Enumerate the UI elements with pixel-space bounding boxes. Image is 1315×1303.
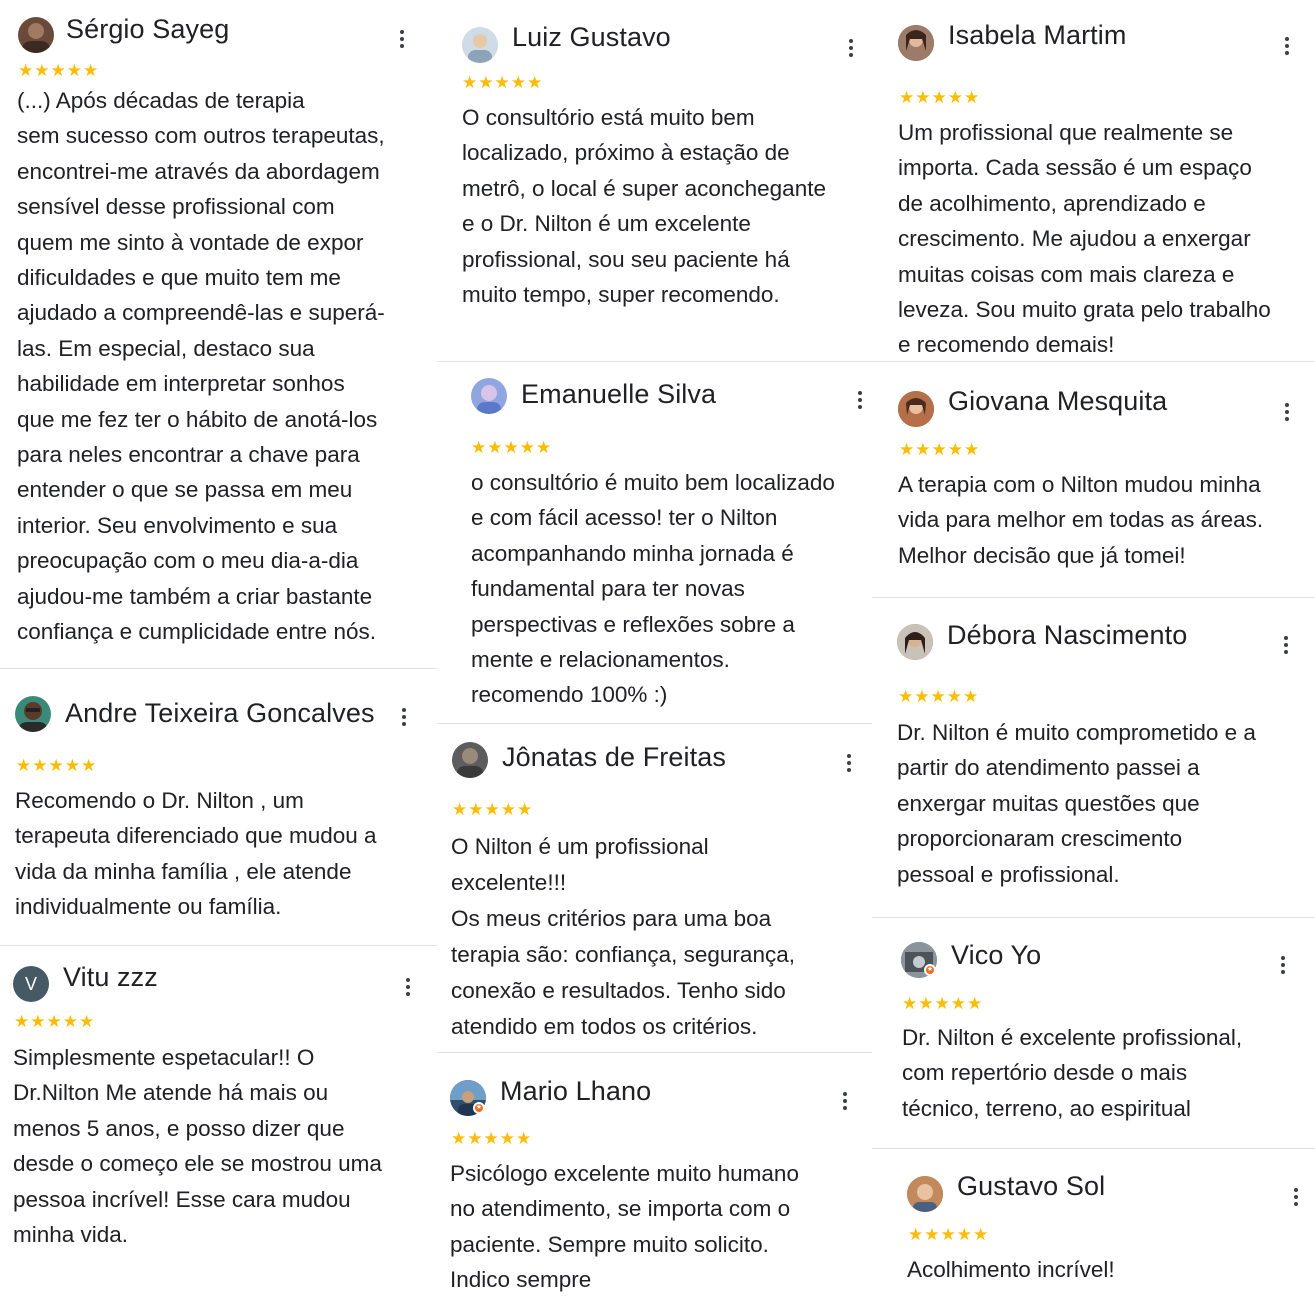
user-photo-icon bbox=[457, 748, 483, 778]
review-card-vico: ★ Vico Yo ★★★★★ Dr. Nilton é excelente p… bbox=[872, 918, 1315, 1149]
review-card-gustavo: Gustavo Sol ★★★★★ Acolhimento incrível! bbox=[872, 1149, 1315, 1303]
user-photo-icon bbox=[898, 25, 934, 61]
avatar-vitu[interactable]: V bbox=[13, 966, 49, 1002]
reviewer-name[interactable]: Emanuelle Silva bbox=[521, 379, 716, 410]
reviewer-name[interactable]: Jônatas de Freitas bbox=[502, 742, 726, 773]
review-text: O Nilton é um profissional excelente!!! … bbox=[451, 834, 795, 1039]
review-text: Psicólogo excelente muito humano no aten… bbox=[450, 1161, 799, 1293]
star-rating: ★★★★★ bbox=[451, 1129, 533, 1148]
review-card-vitu: V Vitu zzz ★★★★★ Simplesmente espetacula… bbox=[0, 946, 437, 1303]
avatar-luiz[interactable] bbox=[462, 27, 498, 63]
review-card-andre: Andre Teixeira Goncalves ★★★★★ Recomendo… bbox=[0, 669, 437, 946]
more-vert-icon[interactable] bbox=[845, 754, 853, 772]
reviewer-name[interactable]: Andre Teixeira Goncalves bbox=[65, 698, 375, 729]
user-photo-icon bbox=[907, 1176, 943, 1212]
reviewer-name[interactable]: Gustavo Sol bbox=[957, 1171, 1105, 1202]
review-text: Dr. Nilton é excelente profissional, com… bbox=[902, 1025, 1243, 1121]
more-vert-icon[interactable] bbox=[1279, 956, 1287, 974]
user-photo-icon bbox=[898, 391, 934, 427]
local-guide-badge-icon: ★ bbox=[473, 1102, 485, 1114]
star-rating: ★★★★★ bbox=[471, 438, 553, 457]
review-text: Acolhimento incrível! bbox=[907, 1257, 1115, 1282]
avatar-jonatas[interactable] bbox=[452, 742, 488, 778]
avatar-sergio[interactable] bbox=[18, 17, 54, 53]
more-vert-icon[interactable] bbox=[1292, 1188, 1300, 1206]
review-card-jonatas: Jônatas de Freitas ★★★★★ O Nilton é um p… bbox=[437, 724, 872, 1053]
star-rating: ★★★★★ bbox=[898, 687, 980, 706]
star-rating: ★★★★★ bbox=[18, 61, 100, 80]
user-photo-icon bbox=[468, 34, 492, 63]
review-text: Recomendo o Dr. Nilton , um terapeuta di… bbox=[15, 788, 377, 920]
star-rating: ★★★★★ bbox=[908, 1225, 990, 1244]
reviewer-name[interactable]: Isabela Martim bbox=[948, 20, 1126, 51]
avatar-letter: V bbox=[24, 973, 37, 994]
more-vert-icon[interactable] bbox=[841, 1092, 849, 1110]
more-vert-icon[interactable] bbox=[1282, 636, 1290, 654]
reviewer-name[interactable]: Mario Lhano bbox=[500, 1076, 651, 1107]
review-text: O consultório está muito bem localizado,… bbox=[462, 105, 826, 308]
review-text: (...) Após décadas de terapia sem sucess… bbox=[17, 88, 385, 645]
avatar-debora[interactable] bbox=[897, 624, 933, 660]
reviewer-name[interactable]: Sérgio Sayeg bbox=[66, 14, 229, 45]
avatar-isabela[interactable] bbox=[898, 25, 934, 61]
more-vert-icon[interactable] bbox=[400, 708, 408, 726]
more-vert-icon[interactable] bbox=[1283, 403, 1291, 421]
star-rating: ★★★★★ bbox=[462, 73, 544, 92]
local-guide-badge-icon: ★ bbox=[924, 964, 936, 976]
review-card-isabela: Isabela Martim ★★★★★ Um profissional que… bbox=[872, 0, 1315, 362]
star-rating: ★★★★★ bbox=[899, 88, 981, 107]
more-vert-icon[interactable] bbox=[1283, 37, 1291, 55]
reviewer-name[interactable]: Débora Nascimento bbox=[947, 620, 1187, 651]
reviewer-name[interactable]: Vitu zzz bbox=[63, 962, 158, 993]
review-card-emanuelle: Emanuelle Silva ★★★★★ o consultório é mu… bbox=[437, 362, 872, 724]
avatar-andre[interactable] bbox=[15, 696, 51, 732]
review-card-sergio: Sérgio Sayeg ★★★★★ (...) Após décadas de… bbox=[0, 0, 437, 669]
avatar-gustavo[interactable] bbox=[907, 1176, 943, 1212]
star-rating: ★★★★★ bbox=[902, 994, 984, 1013]
review-card-luiz: Luiz Gustavo ★★★★★ O consultório está mu… bbox=[437, 0, 872, 362]
star-rating: ★★★★★ bbox=[14, 1012, 96, 1031]
user-photo-icon bbox=[897, 624, 933, 660]
star-rating: ★★★★★ bbox=[16, 756, 98, 775]
user-photo-icon bbox=[477, 385, 501, 414]
review-text: Um profissional que realmente se importa… bbox=[898, 120, 1271, 358]
review-card-giovana: Giovana Mesquita ★★★★★ A terapia com o N… bbox=[872, 362, 1315, 598]
review-card-mario: ★ Mario Lhano ★★★★★ Psicólogo excelente … bbox=[437, 1053, 872, 1303]
review-text: o consultório é muito bem localizado e c… bbox=[471, 470, 835, 708]
review-text: A terapia com o Nilton mudou minha vida … bbox=[898, 472, 1264, 568]
reviewer-name[interactable]: Vico Yo bbox=[951, 940, 1041, 971]
reviewer-name[interactable]: Giovana Mesquita bbox=[948, 386, 1167, 417]
user-photo-icon bbox=[22, 23, 50, 53]
star-rating: ★★★★★ bbox=[452, 800, 534, 819]
review-text: Simplesmente espetacular!! O Dr.Nilton M… bbox=[13, 1045, 382, 1248]
more-vert-icon[interactable] bbox=[398, 30, 406, 48]
avatar-giovana[interactable] bbox=[898, 391, 934, 427]
user-photo-icon bbox=[19, 702, 47, 732]
more-vert-icon[interactable] bbox=[856, 391, 864, 409]
more-vert-icon[interactable] bbox=[404, 978, 412, 996]
more-vert-icon[interactable] bbox=[847, 39, 855, 57]
star-rating: ★★★★★ bbox=[899, 440, 981, 459]
review-card-debora: Débora Nascimento ★★★★★ Dr. Nilton é mui… bbox=[872, 598, 1315, 918]
reviewer-name[interactable]: Luiz Gustavo bbox=[512, 22, 671, 53]
review-text: Dr. Nilton é muito comprometido e a part… bbox=[897, 720, 1256, 887]
avatar-emanuelle[interactable] bbox=[471, 378, 507, 414]
